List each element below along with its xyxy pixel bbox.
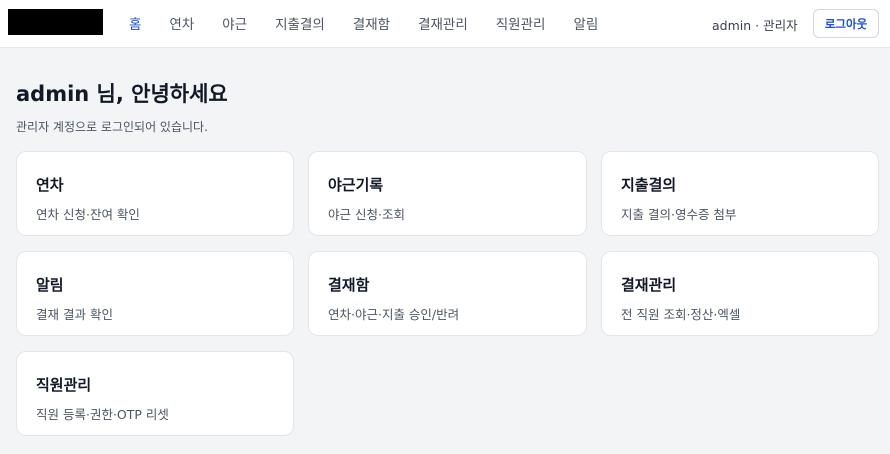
card-approval-inbox[interactable]: 결재함 연차·야근·지출 승인/반려 — [308, 251, 587, 336]
card-title: 연차 — [36, 176, 64, 194]
page-subtitle: 관리자 계정으로 로그인되어 있습니다. — [16, 120, 208, 134]
card-description: 직원 등록·권한·OTP 리셋 — [36, 407, 169, 422]
nav-item-approval-inbox[interactable]: 결재함 — [353, 13, 390, 33]
top-navbar: 홈 연차 야근 지출결의 결재함 결재관리 직원관리 알림 admin · 관리… — [0, 0, 890, 48]
card-description: 결재 결과 확인 — [36, 307, 113, 322]
card-title: 지출결의 — [621, 176, 677, 194]
card-title: 야근기록 — [328, 176, 384, 194]
card-description: 연차 신청·잔여 확인 — [36, 207, 140, 222]
logout-button[interactable]: 로그아웃 — [813, 9, 879, 38]
card-notifications[interactable]: 알림 결재 결과 확인 — [16, 251, 294, 336]
card-overtime-record[interactable]: 야근기록 야근 신청·조회 — [308, 151, 587, 236]
card-title: 알림 — [36, 276, 64, 294]
card-description: 지출 결의·영수증 첨부 — [621, 207, 737, 222]
nav-item-home[interactable]: 홈 — [129, 13, 141, 33]
logo[interactable] — [8, 9, 103, 35]
card-description: 전 직원 조회·정산·엑셀 — [621, 307, 741, 322]
card-expense[interactable]: 지출결의 지출 결의·영수증 첨부 — [601, 151, 879, 236]
page-title: admin 님, 안녕하세요 — [16, 82, 228, 106]
card-description: 야근 신청·조회 — [328, 207, 405, 222]
user-info: admin · 관리자 — [712, 18, 798, 33]
nav-item-approval-management[interactable]: 결재관리 — [418, 13, 468, 33]
card-approval-management[interactable]: 결재관리 전 직원 조회·정산·엑셀 — [601, 251, 879, 336]
card-description: 연차·야근·지출 승인/반려 — [328, 307, 460, 322]
card-title: 결재관리 — [621, 276, 677, 294]
nav-item-expense[interactable]: 지출결의 — [275, 13, 325, 33]
nav-item-staff-management[interactable]: 직원관리 — [496, 13, 546, 33]
nav-item-notifications[interactable]: 알림 — [573, 13, 598, 33]
card-staff-management[interactable]: 직원관리 직원 등록·권한·OTP 리셋 — [16, 351, 294, 436]
main-nav: 홈 연차 야근 지출결의 결재함 결재관리 직원관리 알림 — [129, 0, 626, 46]
card-title: 직원관리 — [36, 376, 92, 394]
nav-item-overtime[interactable]: 야근 — [222, 13, 247, 33]
menu-card-grid: 연차 연차 신청·잔여 확인 야근기록 야근 신청·조회 지출결의 지출 결의·… — [16, 151, 879, 436]
card-annual-leave[interactable]: 연차 연차 신청·잔여 확인 — [16, 151, 294, 236]
nav-item-annual-leave[interactable]: 연차 — [169, 13, 194, 33]
card-title: 결재함 — [328, 276, 370, 294]
